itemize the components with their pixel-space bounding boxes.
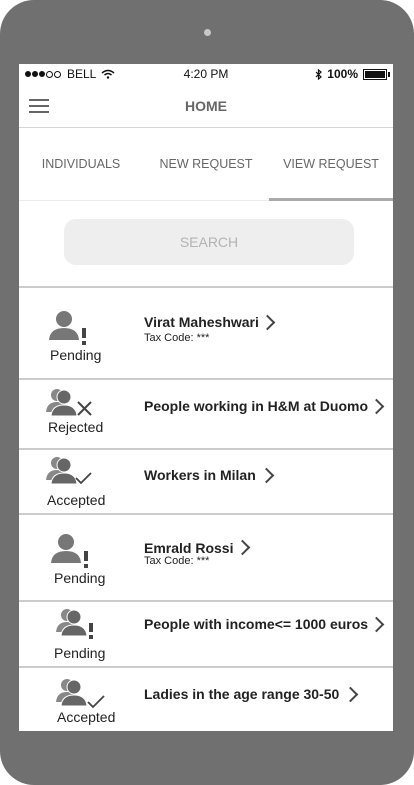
battery-icon — [363, 68, 390, 80]
camera-dot — [204, 29, 211, 36]
list-item[interactable]: Rejected People working in H&M at Duomo — [19, 378, 393, 450]
chevron-right-icon — [234, 539, 251, 556]
status-label: Accepted — [47, 492, 106, 508]
screen: BELL 4:20 PM 100% HOME INDIVIDUALS NEW R… — [19, 64, 393, 731]
chevron-right-icon — [368, 616, 385, 633]
list-item[interactable]: Pending Emrald Rossi Tax Code: *** — [19, 515, 393, 602]
tab-new-request[interactable]: NEW REQUEST — [144, 157, 268, 171]
request-title: People working in H&M at Duomo — [144, 398, 369, 414]
group-alert-icon — [56, 609, 93, 639]
chevron-right-icon — [368, 398, 385, 415]
tax-code: Tax Code: *** — [144, 555, 210, 567]
group-accepted-icon — [56, 679, 105, 709]
battery-percent: 100% — [327, 67, 358, 81]
list-item[interactable]: Pending Virat Maheshwari Tax Code: *** — [19, 288, 393, 380]
chevron-right-icon — [259, 314, 276, 331]
nav-bar: HOME — [19, 84, 393, 128]
tax-code: Tax Code: *** — [144, 332, 210, 344]
request-title: Ladies in the age range 30-50 — [144, 686, 340, 702]
status-label: Pending — [54, 645, 106, 661]
page-title: HOME — [185, 98, 227, 114]
bluetooth-icon — [315, 68, 323, 80]
request-title: People with income<= 1000 euros — [144, 616, 369, 632]
phone-frame: BELL 4:20 PM 100% HOME INDIVIDUALS NEW R… — [0, 0, 414, 785]
group-accepted-icon — [46, 457, 92, 485]
list-item[interactable]: Accepted Ladies in the age range 30-50 — [19, 668, 393, 731]
tab-individuals[interactable]: INDIVIDUALS — [19, 157, 143, 171]
request-title: Emrald Rossi — [144, 540, 234, 556]
status-label: Pending — [54, 570, 106, 586]
list-item[interactable]: Accepted Workers in Milan — [19, 450, 393, 515]
person-alert-icon — [49, 311, 86, 345]
chevron-right-icon — [342, 686, 359, 703]
status-label: Accepted — [57, 709, 116, 725]
group-rejected-icon — [46, 389, 92, 417]
request-title: Virat Maheshwari — [144, 314, 259, 330]
tab-bar: INDIVIDUALS NEW REQUEST VIEW REQUEST — [19, 128, 393, 201]
search-input[interactable]: SEARCH — [64, 219, 354, 265]
chevron-right-icon — [258, 467, 275, 484]
status-label: Rejected — [48, 419, 104, 435]
tab-view-request[interactable]: VIEW REQUEST — [269, 157, 393, 171]
person-alert-icon — [51, 534, 88, 568]
status-label: Pending — [50, 347, 102, 363]
status-bar: BELL 4:20 PM 100% — [19, 64, 393, 84]
request-title: Workers in Milan — [144, 467, 256, 483]
list-item[interactable]: Pending People with income<= 1000 euros — [19, 602, 393, 668]
selected-tab-indicator — [269, 198, 393, 201]
battery-area: 100% — [315, 67, 390, 81]
